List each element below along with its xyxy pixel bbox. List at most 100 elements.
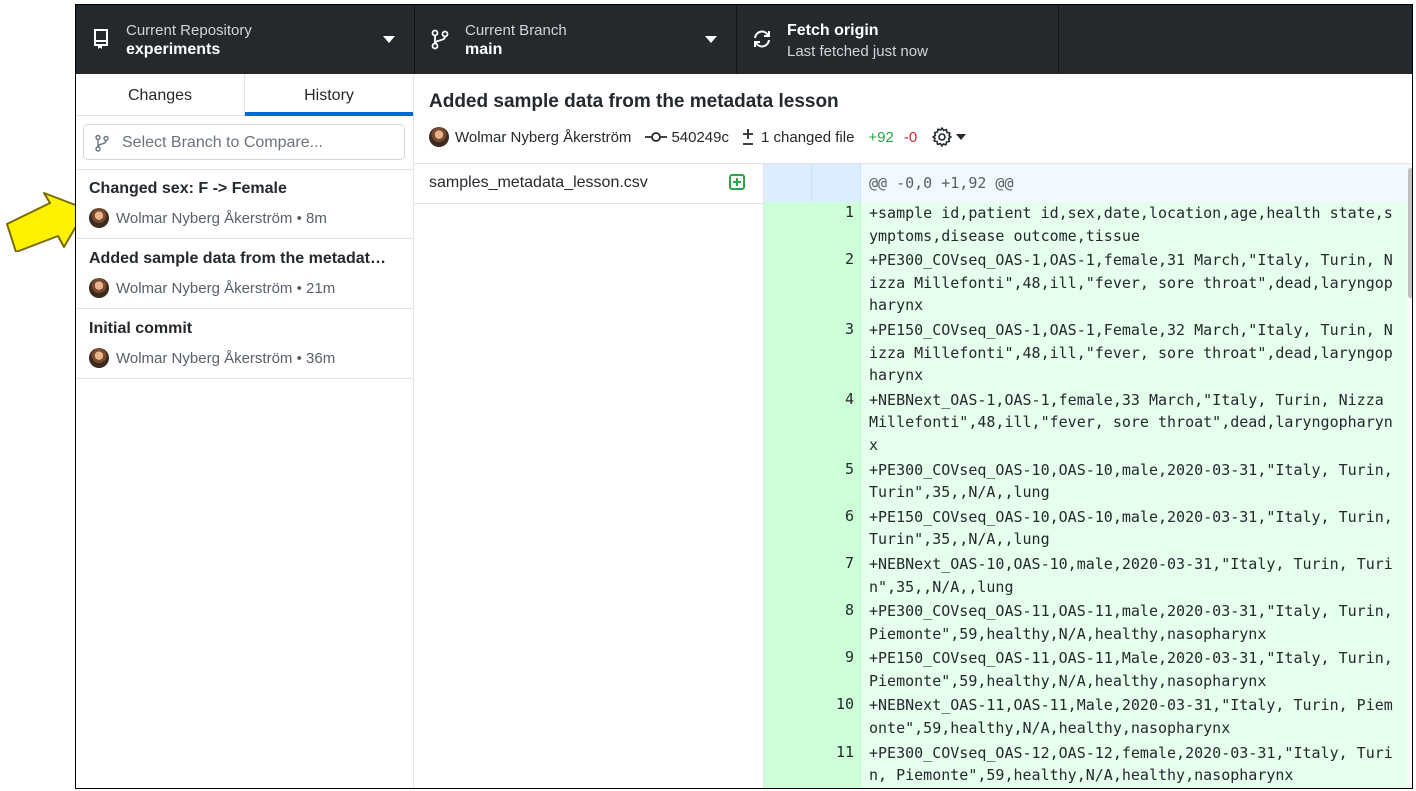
diff-line[interactable]: 3 +PE150_COVseq_OAS-1,OAS-1,Female,32 Mar… [764,318,1407,389]
diff-line[interactable]: 4 +NEBNext_OAS-1,OAS-1,female,33 March,"I… [764,388,1407,459]
line-number: 8 [844,601,854,620]
line-number: 2 [844,250,854,269]
commit-author: Wolmar Nyberg Åkerström [116,350,293,367]
commit-meta: Wolmar Nyberg Åkerström • 8m [89,208,327,228]
file-item[interactable]: samples_metadata_lesson.csv [414,164,763,204]
repository-label: Current Repository [126,22,252,39]
new-line-gutter: 4 [812,388,861,459]
branch-compare-input[interactable]: Select Branch to Compare... [83,124,405,160]
sidebar: Changes History Select Branch to Compare… [76,74,414,788]
line-number: 7 [844,553,854,572]
scrollbar-thumb[interactable] [1408,168,1412,298]
hunk-header[interactable]: @@ -0,0 +1,92 @@ [764,164,1407,202]
commit-time: 21m [306,280,336,297]
old-line-gutter [764,694,812,742]
commit-detail-title: Added sample data from the metadata less… [429,91,839,112]
diff-line[interactable]: 9 +PE150_COVseq_OAS-11,OAS-11,Male,2020-0… [764,647,1407,695]
commit-author: Wolmar Nyberg Åkerström [116,280,293,297]
line-code: +NEBNext_OAS-1,OAS-1,female,33 March,"It… [869,390,1393,454]
old-line-gutter [764,388,812,459]
diff-view[interactable]: @@ -0,0 +1,92 @@ 1 +sample id,patient id,… [764,164,1412,788]
line-code: +PE300_COVseq_OAS-10,OAS-10,male,2020-03… [869,460,1402,502]
diff-line[interactable]: 2 +PE300_COVseq_OAS-1,OAS-1,female,31 Mar… [764,249,1407,319]
line-number: 6 [844,506,854,525]
diff-lines: 1 +sample id,patient id,sex,date,location… [764,202,1407,788]
line-number: 4 [844,389,854,408]
file-name: samples_metadata_lesson.csv [429,174,648,191]
old-line-gutter [764,202,812,250]
repo-icon [94,29,108,49]
hunk-header-text: @@ -0,0 +1,92 @@ [869,174,1014,192]
line-number: 11 [835,742,854,761]
branch-icon [95,134,109,152]
commit-item[interactable]: Changed sex: F -> Female Wolmar Nyberg Å… [76,169,413,239]
line-code: +PE300_COVseq_OAS-11,OAS-11,male,2020-03… [869,602,1402,643]
commit-title: Changed sex: F -> Female [89,180,287,197]
current-branch-button[interactable]: Current Branch main [415,5,737,74]
additions-count: +92 [868,128,894,146]
diff-icon [743,129,753,145]
tab-changes[interactable]: Changes [76,74,245,116]
avatar [89,348,109,368]
commit-author: Wolmar Nyberg Åkerström [116,210,293,227]
line-code: +PE300_COVseq_OAS-1,OAS-1,female,31 Marc… [869,251,1393,315]
line-code: +sample id,patient id,sex,date,location,… [869,204,1393,245]
old-line-gutter [764,458,812,506]
old-line-gutter [764,249,812,319]
diff-line[interactable]: 6 +PE150_COVseq_OAS-10,OAS-10,male,2020-0… [764,505,1407,553]
file-added-icon [729,174,745,190]
fetch-origin-button[interactable]: Fetch origin Last fetched just now [737,5,1059,74]
diff-line[interactable]: 10 +NEBNext_OAS-11,OAS-11,Male,2020-03-31… [764,694,1407,742]
sidebar-tabs: Changes History [76,74,413,116]
new-line-gutter: 11 [812,741,861,788]
line-code: +NEBNext_OAS-11,OAS-11,Male,2020-03-31,"… [869,696,1393,738]
chevron-down-icon [956,134,967,140]
chevron-down-icon [705,36,717,43]
commit-meta: Wolmar Nyberg Åkerström • 21m [89,278,335,298]
old-line-gutter [764,505,812,553]
diff-line[interactable]: 1 +sample id,patient id,sex,date,location… [764,202,1407,250]
deletions-count: -0 [903,128,918,146]
new-line-gutter: 10 [812,694,861,742]
commit-detail-meta: Wolmar Nyberg Åkerström 540249c 1 change… [429,126,967,148]
diff-line[interactable]: 11 +PE300_COVseq_OAS-12,OAS-12,female,202… [764,741,1407,788]
commit-sha[interactable]: 540249c [645,129,729,146]
changed-files-count: 1 changed file [761,128,855,146]
fetch-status: Last fetched just now [787,43,928,60]
commit-time: 8m [306,210,327,227]
line-code: +PE150_COVseq_OAS-10,OAS-10,male,2020-03… [869,507,1402,549]
branch-name: main [465,41,503,58]
new-line-gutter: 6 [812,505,861,553]
line-code: +PE150_COVseq_OAS-11,OAS-11,Male,2020-03… [869,649,1402,690]
old-line-gutter [764,741,812,788]
avatar [89,208,109,228]
commit-title: Added sample data from the metadata less… [89,250,394,267]
line-code: +PE300_COVseq_OAS-12,OAS-12,female,2020-… [869,743,1393,785]
tab-history[interactable]: History [245,74,413,116]
diff-line[interactable]: 7 +NEBNext_OAS-10,OAS-10,male,2020-03-31,… [764,552,1407,601]
diff-scrollbar[interactable] [1407,164,1412,788]
diff-options-button[interactable] [931,126,967,148]
github-desktop-window: Current Repository experiments Current B… [75,4,1413,789]
hunk-gutter-new [812,164,861,202]
compare-placeholder: Select Branch to Compare... [122,134,323,151]
avatar [89,278,109,298]
current-repository-button[interactable]: Current Repository experiments [76,5,415,74]
commit-item[interactable]: Initial commit Wolmar Nyberg Åkerström •… [76,309,413,379]
line-code: +NEBNext_OAS-10,OAS-10,male,2020-03-31,"… [869,554,1393,596]
chevron-down-icon [383,36,395,43]
commit-item[interactable]: Added sample data from the metadata less… [76,239,413,309]
branch-icon [431,29,449,50]
commit-header: Added sample data from the metadata less… [414,74,1412,164]
old-line-gutter [764,600,812,648]
fetch-label: Fetch origin [787,22,879,39]
new-line-gutter: 2 [812,249,861,319]
diff-line[interactable]: 5 +PE300_COVseq_OAS-10,OAS-10,male,2020-0… [764,458,1407,506]
old-line-gutter [764,318,812,389]
line-code: +PE150_COVseq_OAS-1,OAS-1,Female,32 Marc… [869,320,1393,385]
line-number: 3 [844,319,854,338]
branch-label: Current Branch [465,22,567,39]
diff-line[interactable]: 8 +PE300_COVseq_OAS-11,OAS-11,male,2020-0… [764,600,1407,648]
line-number: 1 [844,203,854,221]
line-number: 9 [844,648,854,667]
